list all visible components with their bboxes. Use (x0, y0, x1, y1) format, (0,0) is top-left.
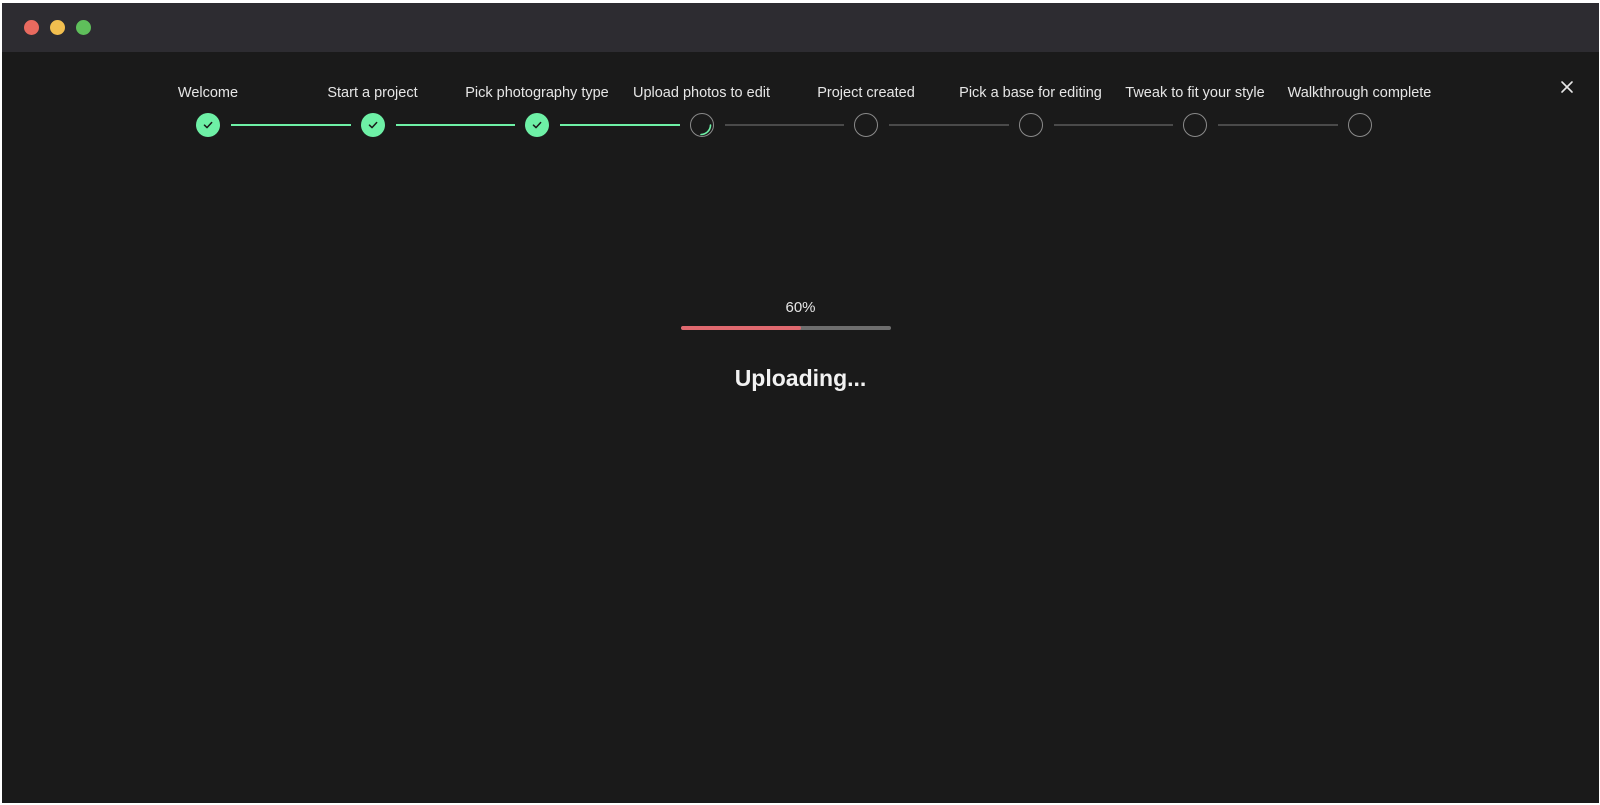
progress-bar (681, 326, 891, 330)
app-window: Welcome Start a project Pick photography t… (2, 3, 1599, 803)
upload-progress-area: 60% Uploading... (2, 3, 1599, 803)
progress-percent-label: 60% (785, 299, 816, 316)
progress-bar-fill (681, 326, 801, 330)
upload-status-text: Uploading... (734, 365, 867, 391)
